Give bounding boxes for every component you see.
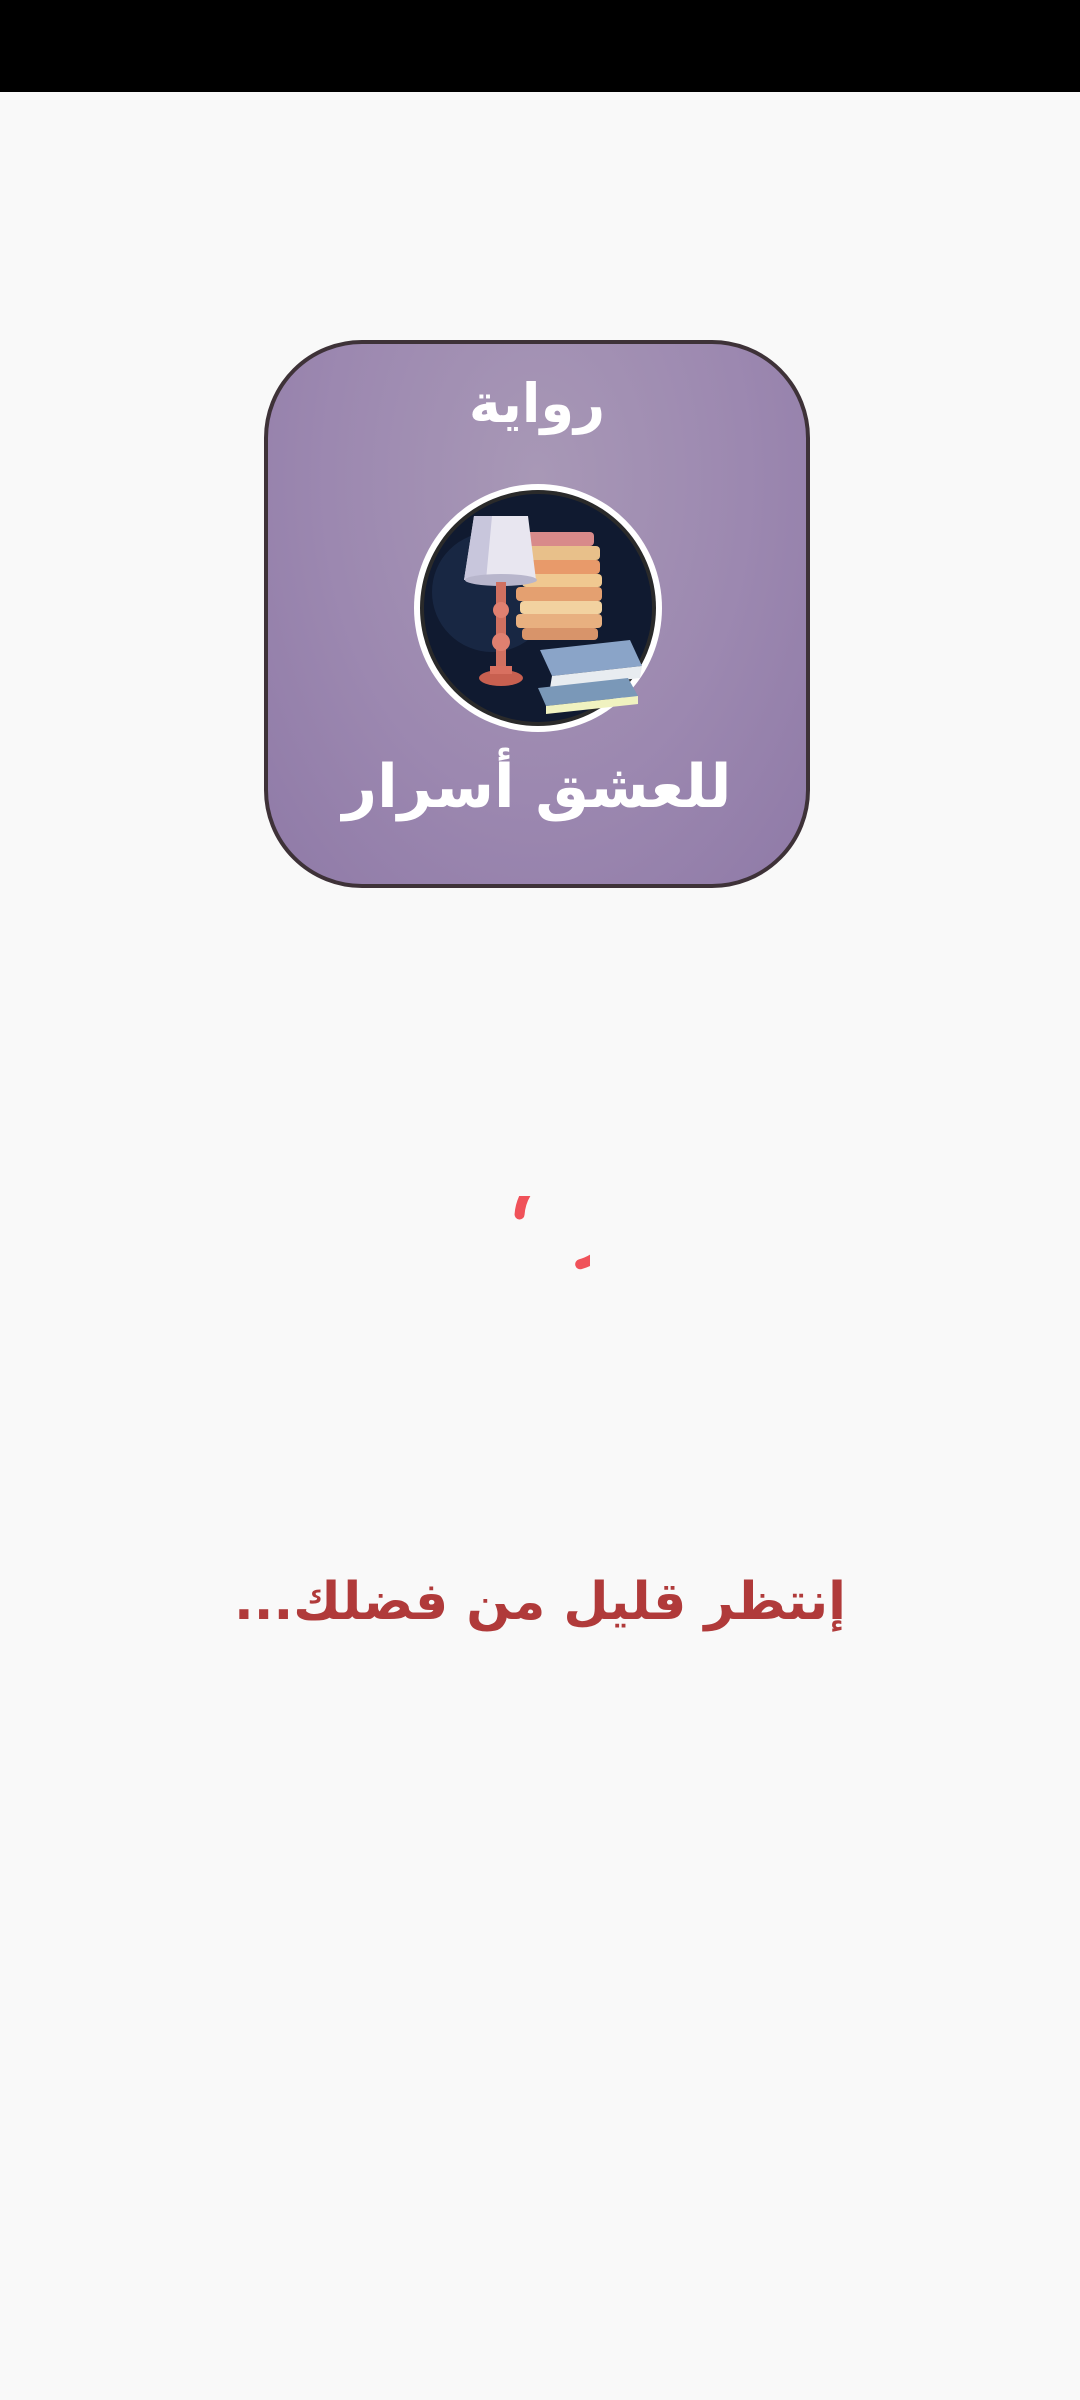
logo-title-top: رواية [468,372,606,435]
lamp-and-books-icon [414,484,662,732]
logo-title-bottom: للعشق أسرار [342,752,732,822]
loading-message: إنتظر قليل من فضلك... [234,1572,846,1632]
loading-spinner-icon [514,1196,590,1270]
status-bar [0,0,1080,92]
app-logo: رواية للعشق أسرار [264,340,810,888]
